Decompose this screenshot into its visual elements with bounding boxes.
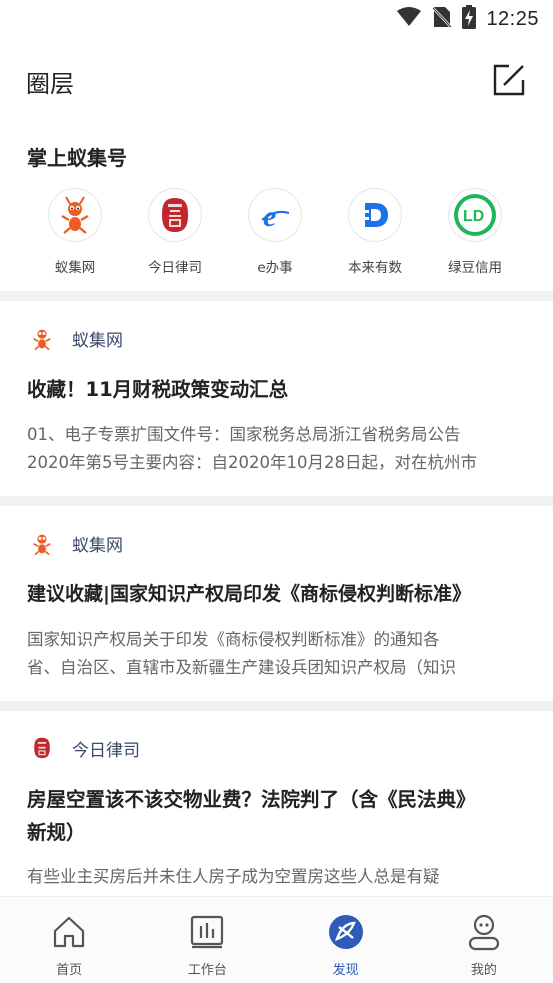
nav-label: 首页 (56, 963, 83, 978)
status-time: 12:25 (486, 7, 539, 30)
account-yijiwang[interactable]: 蚁集网 (25, 188, 125, 276)
nav-workbench[interactable]: 工作台 (138, 897, 276, 983)
nav-home[interactable]: 首页 (0, 897, 138, 983)
svg-text:LD: LD (463, 208, 484, 225)
card-source[interactable]: 蚁集网 (28, 324, 123, 352)
nav-label: 我的 (470, 963, 497, 978)
feed-card[interactable]: 蚁集网 建议收藏|国家知识产权局印发《商标侵权判断标准》 国家知识产权局关于印发… (0, 506, 553, 701)
excerpt-line: 省、自治区、直辖市及新疆生产建设兵团知识产权局（知识 (27, 658, 456, 677)
workbench-icon (188, 913, 226, 951)
status-icons: 12:25 (396, 5, 539, 33)
account-label: 今日律司 (148, 260, 202, 276)
card-source[interactable]: 今日律司 (28, 734, 140, 762)
bottom-nav: 首页 工作台 发现 我的 (0, 896, 553, 983)
status-bar: 12:25 (0, 0, 553, 38)
divider (0, 496, 553, 506)
ld-logo-icon: LD (448, 188, 502, 242)
account-jinrilusi[interactable]: 今日律司 (125, 188, 225, 276)
lusi-seal-icon (28, 734, 56, 762)
title-line: 房屋空置该不该交物业费？法院判了（含《民法典》 (27, 788, 476, 811)
feed-card[interactable]: 今日律司 房屋空置该不该交物业费？法院判了（含《民法典》 新规） 有些业主买房后… (0, 711, 553, 896)
ant-logo-icon (28, 529, 56, 557)
excerpt-line: 2020年第5号主要内容：自2020年10月28日起，对在杭州市 (27, 453, 477, 472)
home-icon (50, 913, 88, 951)
edit-icon (493, 64, 525, 96)
nav-discover[interactable]: 发现 (277, 897, 415, 983)
excerpt-line: 01、电子专票扩围文件号：国家税务总局浙江省税务局公告 (27, 425, 461, 444)
card-excerpt: 01、电子专票扩围文件号：国家税务总局浙江省税务局公告 2020年第5号主要内容… (27, 421, 527, 477)
discover-icon (327, 913, 365, 951)
card-excerpt: 国家知识产权局关于印发《商标侵权判断标准》的通知各 省、自治区、直辖市及新疆生产… (27, 626, 527, 682)
e-logo-icon: e (248, 188, 302, 242)
nav-label: 发现 (332, 963, 359, 978)
account-label: 蚁集网 (54, 260, 96, 276)
source-name: 蚁集网 (72, 535, 123, 556)
d-logo-icon (348, 188, 402, 242)
divider (0, 291, 553, 301)
compose-button[interactable] (489, 60, 529, 100)
feed-card[interactable]: 蚁集网 收藏！11月财税政策变动汇总 01、电子专票扩围文件号：国家税务总局浙江… (0, 301, 553, 496)
page-title: 圈层 (26, 70, 74, 98)
card-title: 收藏！11月财税政策变动汇总 (27, 378, 289, 401)
battery-charging-icon (462, 5, 477, 33)
card-source[interactable]: 蚁集网 (28, 529, 123, 557)
source-name: 蚁集网 (72, 330, 123, 351)
nav-label: 工作台 (187, 963, 227, 978)
card-title: 房屋空置该不该交物业费？法院判了（含《民法典》 新规） (27, 783, 533, 849)
account-lvdouxinyong[interactable]: LD 绿豆信用 (425, 188, 525, 276)
wifi-icon (396, 6, 422, 32)
profile-icon (465, 913, 503, 951)
account-e-banshi[interactable]: e e办事 (225, 188, 325, 276)
card-title: 建议收藏|国家知识产权局印发《商标侵权判断标准》 (27, 583, 471, 605)
excerpt-line: 有些业主买房后并未住人房子成为空置房这些人总是有疑 (27, 867, 440, 886)
title-line: 新规） (27, 821, 86, 844)
nav-profile[interactable]: 我的 (415, 897, 553, 983)
account-benlaiyoushu[interactable]: 本来有数 (325, 188, 425, 276)
card-excerpt: 有些业主买房后并未住人房子成为空置房这些人总是有疑 (27, 863, 527, 891)
lusi-seal-icon (148, 188, 202, 242)
excerpt-line: 国家知识产权局关于印发《商标侵权判断标准》的通知各 (27, 630, 440, 649)
header: 圈层 (0, 52, 553, 110)
ant-logo-icon (48, 188, 102, 242)
ant-logo-icon (28, 324, 56, 352)
source-name: 今日律司 (72, 740, 140, 761)
account-label: 本来有数 (348, 260, 402, 276)
section-title: 掌上蚁集号 (27, 146, 127, 170)
divider (0, 701, 553, 711)
no-sim-icon (432, 5, 453, 33)
accounts-row: 蚁集网 今日律司 e e办事 本来有数 LD 绿豆信用 (25, 188, 525, 276)
subscribed-accounts-section: 掌上蚁集号 蚁集网 今日律司 e e办事 本来有数 LD 绿豆信用 (0, 130, 553, 288)
account-label: 绿豆信用 (448, 260, 502, 276)
account-label: e办事 (257, 260, 293, 276)
